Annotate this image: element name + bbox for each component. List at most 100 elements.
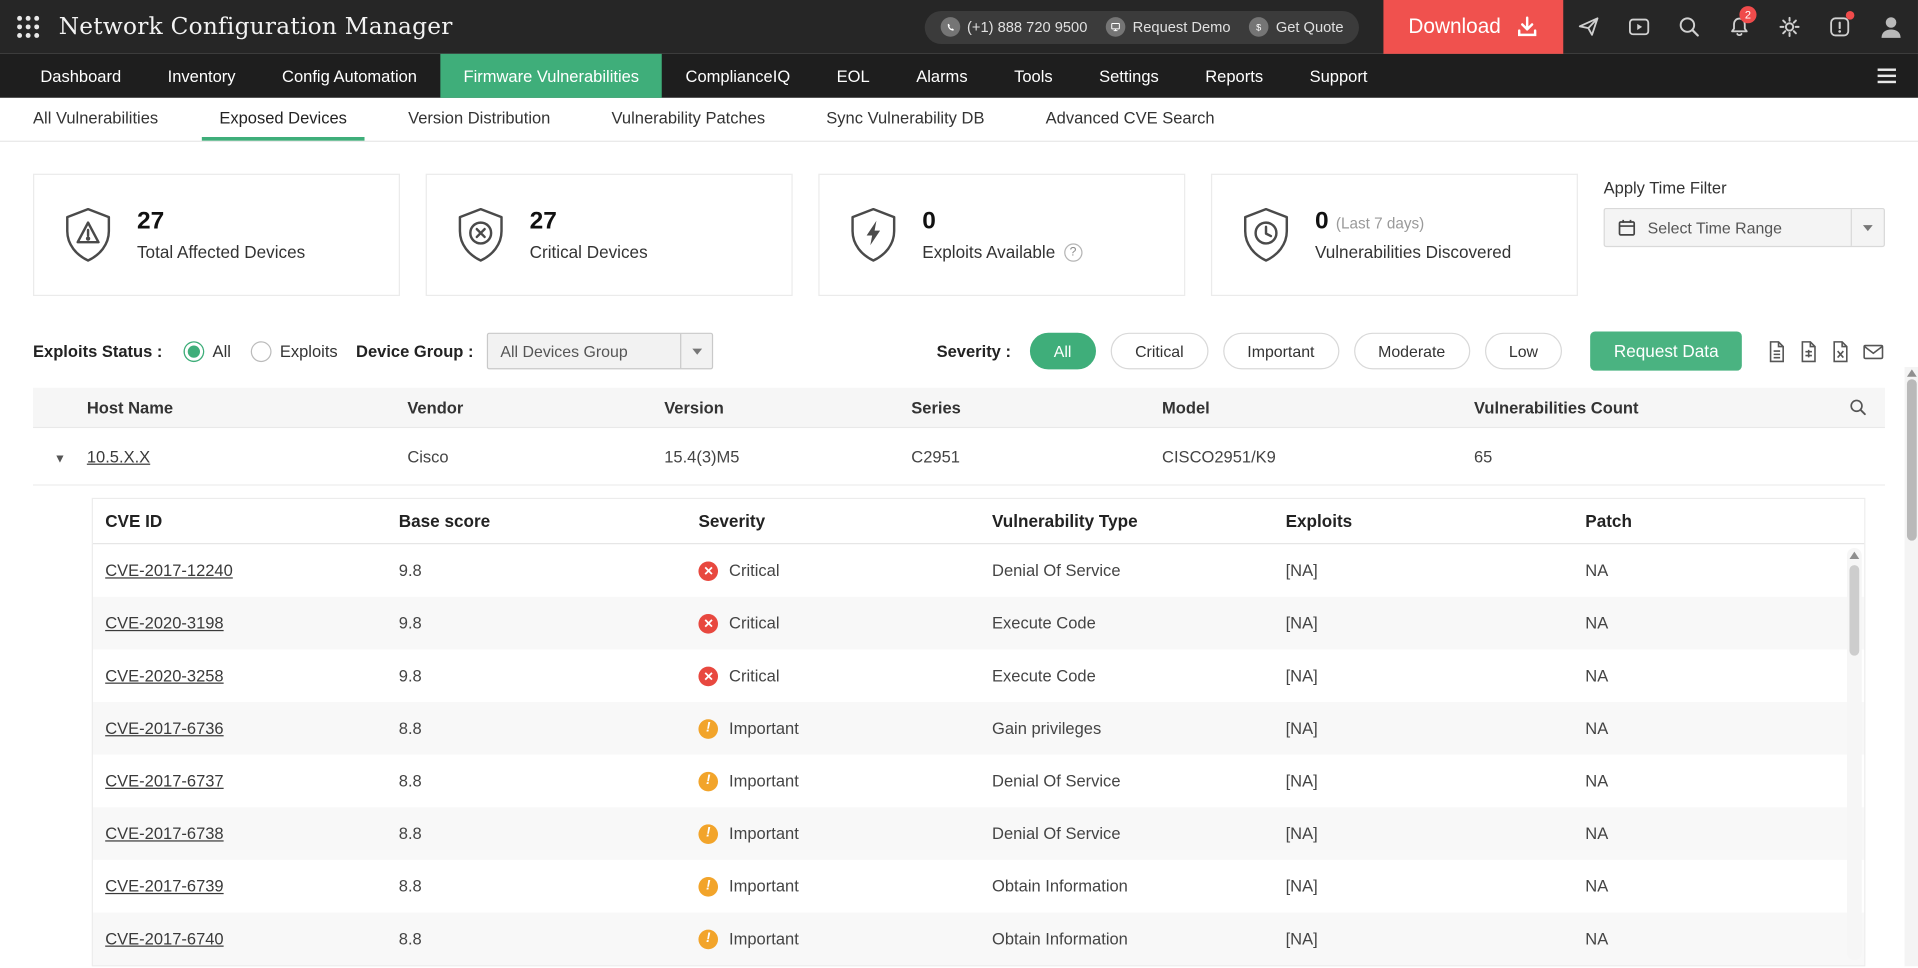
- summary-cards: 27 Total Affected Devices 27 Critical De…: [0, 142, 1918, 296]
- scroll-up-icon[interactable]: [1906, 369, 1916, 376]
- severity-pill[interactable]: Moderate: [1354, 333, 1470, 370]
- sub-nav: All Vulnerabilities Exposed Devices Vers…: [0, 98, 1918, 142]
- severity-pill[interactable]: Low: [1484, 333, 1562, 370]
- nav-item[interactable]: Inventory: [144, 54, 258, 98]
- exploits-status-radio[interactable]: Exploits: [250, 341, 337, 362]
- vulnerability-type: Denial Of Service: [992, 772, 1286, 790]
- cve-row: CVE-2017-6737 8.8 Important Denial Of Se…: [93, 755, 1864, 808]
- get-quote-label: Get Quote: [1276, 18, 1344, 35]
- cve-link[interactable]: CVE-2017-6737: [105, 772, 223, 790]
- collapse-caret-icon[interactable]: ▼: [54, 452, 66, 465]
- download-button[interactable]: Download: [1384, 0, 1563, 54]
- phone-link[interactable]: (+1) 888 720 9500: [940, 17, 1087, 37]
- device-version: 15.4(3)M5: [664, 447, 911, 465]
- severity-text: Critical: [729, 667, 779, 685]
- subnav-tab[interactable]: Advanced CVE Search: [1029, 98, 1232, 141]
- nav-item[interactable]: Dashboard: [17, 54, 144, 98]
- col-severity: Severity: [698, 511, 992, 531]
- app-launcher-icon[interactable]: [17, 16, 39, 38]
- card-total-affected-devices: 27 Total Affected Devices: [33, 174, 400, 296]
- main-nav: Dashboard Inventory Config Automation Fi…: [0, 54, 1918, 98]
- cve-link[interactable]: CVE-2017-6739: [105, 877, 223, 895]
- request-demo-link[interactable]: Request Demo: [1106, 17, 1231, 37]
- col-vulnerability-type: Vulnerability Type: [992, 511, 1286, 531]
- cve-row: CVE-2020-3198 9.8 Critical Execute Code …: [93, 597, 1864, 650]
- page-scrollbar[interactable]: [1905, 367, 1918, 966]
- nav-item[interactable]: Support: [1286, 54, 1390, 98]
- xls-export-icon[interactable]: [1830, 339, 1851, 362]
- videos-icon[interactable]: [1613, 0, 1663, 54]
- vulnerability-type: Denial Of Service: [992, 561, 1286, 579]
- get-quote-link[interactable]: $ Get Quote: [1249, 17, 1344, 37]
- request-data-button[interactable]: Request Data: [1591, 331, 1742, 370]
- user-avatar[interactable]: [1864, 0, 1918, 54]
- csv-export-icon[interactable]: [1798, 339, 1819, 362]
- notifications-bell-icon[interactable]: 2: [1714, 0, 1764, 54]
- cve-link[interactable]: CVE-2017-6736: [105, 719, 223, 737]
- severity-text: Critical: [729, 614, 779, 632]
- subnav-tab[interactable]: Vulnerability Patches: [594, 98, 782, 141]
- scrollbar-thumb[interactable]: [1906, 379, 1916, 540]
- menu-hamburger-icon[interactable]: [1878, 68, 1896, 83]
- table-search-icon[interactable]: [1829, 398, 1885, 418]
- card-value: 0: [922, 208, 1082, 236]
- nav-item[interactable]: Alarms: [893, 54, 991, 98]
- radio-label: All: [213, 342, 231, 360]
- alerts-icon[interactable]: [1814, 0, 1864, 54]
- cve-exploits: [NA]: [1286, 930, 1586, 948]
- subnav-tab[interactable]: Sync Vulnerability DB: [809, 98, 1001, 141]
- search-icon[interactable]: [1664, 0, 1714, 54]
- nav-item[interactable]: Settings: [1076, 54, 1182, 98]
- vulnerability-type: Execute Code: [992, 667, 1286, 685]
- severity-pill[interactable]: All: [1029, 333, 1096, 370]
- severity-icon: [698, 771, 718, 791]
- cve-patch: NA: [1585, 561, 1864, 579]
- app: Network Configuration Manager (+1) 888 7…: [0, 0, 1918, 966]
- device-series: C2951: [911, 447, 1162, 465]
- filter-row: Exploits Status : All Exploits Device Gr…: [0, 296, 1918, 371]
- scroll-up-icon[interactable]: [1849, 552, 1859, 559]
- pdf-export-icon[interactable]: [1766, 339, 1787, 362]
- severity-pill[interactable]: Critical: [1111, 333, 1209, 370]
- severity-text: Critical: [729, 561, 779, 579]
- cve-link[interactable]: CVE-2017-12240: [105, 561, 233, 579]
- device-group-select[interactable]: All Devices Group: [487, 333, 713, 370]
- card-label: Vulnerabilities Discovered: [1315, 242, 1511, 262]
- email-export-icon[interactable]: [1862, 339, 1885, 362]
- exploits-status-radio[interactable]: All: [183, 341, 231, 362]
- col-host-name: Host Name: [87, 398, 407, 416]
- help-icon[interactable]: ?: [1064, 243, 1082, 261]
- cve-link[interactable]: CVE-2020-3198: [105, 614, 223, 632]
- cve-link[interactable]: CVE-2020-3258: [105, 667, 223, 685]
- radio-icon: [250, 341, 271, 362]
- whats-new-icon[interactable]: [1563, 0, 1613, 54]
- cve-link[interactable]: CVE-2017-6738: [105, 824, 223, 842]
- subnav-tab[interactable]: Exposed Devices: [202, 98, 364, 141]
- card-value: 27: [137, 208, 305, 236]
- col-series: Series: [911, 398, 1162, 416]
- host-link[interactable]: 10.5.X.X: [87, 447, 150, 465]
- radio-label: Exploits: [280, 342, 338, 360]
- severity-pill[interactable]: Important: [1223, 333, 1339, 370]
- nav-item[interactable]: Firmware Vulnerabilities: [440, 54, 662, 98]
- device-table-header: Host Name Vendor Version Series Model Vu…: [33, 388, 1885, 428]
- top-header: Network Configuration Manager (+1) 888 7…: [0, 0, 1918, 54]
- subnav-tab[interactable]: Version Distribution: [391, 98, 568, 141]
- time-range-select[interactable]: Select Time Range: [1604, 208, 1885, 247]
- shield-x-icon: [454, 205, 508, 264]
- settings-gear-icon[interactable]: [1764, 0, 1814, 54]
- cve-table-scrollbar[interactable]: [1847, 548, 1862, 960]
- subnav-tab[interactable]: All Vulnerabilities: [16, 98, 175, 141]
- severity-icon: [698, 824, 718, 844]
- nav-item[interactable]: Reports: [1182, 54, 1286, 98]
- nav-item[interactable]: Tools: [991, 54, 1076, 98]
- nav-item[interactable]: Config Automation: [259, 54, 440, 98]
- device-row[interactable]: ▼ 10.5.X.X Cisco 15.4(3)M5 C2951 CISCO29…: [33, 428, 1885, 485]
- cve-link[interactable]: CVE-2017-6740: [105, 930, 223, 948]
- vulnerability-type: Gain privileges: [992, 719, 1286, 737]
- scrollbar-thumb[interactable]: [1849, 565, 1859, 656]
- nav-item[interactable]: ComplianceIQ: [662, 54, 813, 98]
- nav-item[interactable]: EOL: [813, 54, 893, 98]
- severity-text: Important: [729, 877, 799, 895]
- time-filter: Apply Time Filter Select Time Range: [1604, 174, 1885, 247]
